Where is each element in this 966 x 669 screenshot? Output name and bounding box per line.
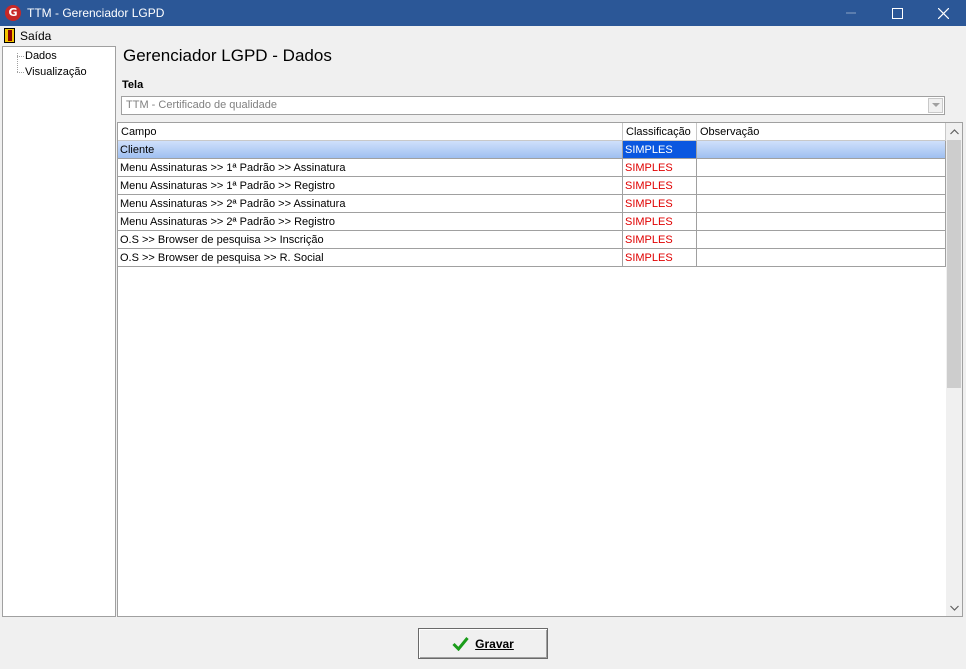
cell-observacao[interactable] — [697, 213, 946, 231]
cell-observacao[interactable] — [697, 159, 946, 177]
cell-observacao[interactable] — [697, 231, 946, 249]
chevron-up-icon — [949, 128, 959, 134]
scrollbar-thumb[interactable] — [947, 140, 961, 388]
checkmark-icon — [452, 637, 469, 651]
close-button[interactable] — [920, 0, 966, 26]
cell-observacao[interactable] — [697, 177, 946, 195]
table-row[interactable]: Menu Assinaturas >> 1ª Padrão >> Registr… — [118, 177, 946, 195]
save-button[interactable]: Gravar — [418, 628, 548, 659]
page-title: Gerenciador LGPD - Dados — [123, 46, 332, 65]
sidebar-tree: Dados Visualização — [2, 46, 116, 617]
table-row[interactable]: O.S >> Browser de pesquisa >> Inscrição … — [118, 231, 946, 249]
grid-rows: Cliente SIMPLES Menu Assinaturas >> 1ª P… — [118, 141, 946, 267]
scroll-down-button[interactable] — [946, 599, 962, 616]
cell-classificacao[interactable]: SIMPLES — [623, 213, 697, 231]
cell-campo[interactable]: O.S >> Browser de pesquisa >> R. Social — [118, 249, 623, 267]
scroll-up-button[interactable] — [946, 123, 962, 140]
window-title: TTM - Gerenciador LGPD — [27, 6, 165, 20]
table-row[interactable]: Menu Assinaturas >> 2ª Padrão >> Assinat… — [118, 195, 946, 213]
cell-campo[interactable]: Menu Assinaturas >> 2ª Padrão >> Registr… — [118, 213, 623, 231]
cell-observacao[interactable] — [697, 249, 946, 267]
table-row[interactable]: Menu Assinaturas >> 1ª Padrão >> Assinat… — [118, 159, 946, 177]
cell-classificacao[interactable]: SIMPLES — [623, 177, 697, 195]
cell-campo[interactable]: Menu Assinaturas >> 1ª Padrão >> Registr… — [118, 177, 623, 195]
tree-connector — [17, 56, 24, 57]
tree-connector — [17, 72, 24, 73]
cell-classificacao[interactable]: SIMPLES — [623, 195, 697, 213]
sidebar-item-visualizacao[interactable]: Visualização — [25, 66, 87, 78]
cell-observacao[interactable] — [697, 195, 946, 213]
cell-classificacao[interactable]: SIMPLES — [623, 141, 697, 159]
title-bar: G TTM - Gerenciador LGPD — [0, 0, 966, 26]
maximize-button[interactable] — [874, 0, 920, 26]
tela-select[interactable]: TTM - Certificado de qualidade — [121, 96, 945, 115]
vertical-scrollbar[interactable] — [946, 123, 962, 616]
column-header-campo[interactable]: Campo — [118, 123, 623, 141]
maximize-icon — [891, 7, 903, 19]
cell-classificacao[interactable]: SIMPLES — [623, 249, 697, 267]
grid-header: Campo Classificação Observação — [118, 123, 946, 141]
tela-label: Tela — [122, 79, 144, 91]
cell-campo[interactable]: Menu Assinaturas >> 2ª Padrão >> Assinat… — [118, 195, 623, 213]
table-row[interactable]: Menu Assinaturas >> 2ª Padrão >> Registr… — [118, 213, 946, 231]
save-button-label: Gravar — [475, 636, 514, 651]
column-header-observacao[interactable]: Observação — [697, 123, 946, 141]
cell-campo[interactable]: Cliente — [118, 141, 623, 159]
cell-campo[interactable]: O.S >> Browser de pesquisa >> Inscrição — [118, 231, 623, 249]
cell-classificacao[interactable]: SIMPLES — [623, 231, 697, 249]
chevron-down-icon — [931, 103, 940, 107]
menu-exit-label: Saída — [20, 28, 52, 43]
menu-bar: Saída — [0, 26, 966, 45]
data-grid: Campo Classificação Observação Cliente S… — [117, 122, 963, 617]
chevron-down-icon — [949, 605, 959, 611]
cell-observacao[interactable] — [697, 141, 946, 159]
tela-select-value: TTM - Certificado de qualidade — [126, 99, 278, 111]
sidebar-item-dados[interactable]: Dados — [25, 50, 57, 62]
exit-door-icon — [4, 28, 15, 43]
cell-campo[interactable]: Menu Assinaturas >> 1ª Padrão >> Assinat… — [118, 159, 623, 177]
minimize-button[interactable] — [828, 0, 874, 26]
cell-classificacao[interactable]: SIMPLES — [623, 159, 697, 177]
minimize-icon — [846, 12, 856, 14]
table-row[interactable]: O.S >> Browser de pesquisa >> R. Social … — [118, 249, 946, 267]
select-dropdown-button[interactable] — [928, 98, 943, 113]
menu-exit[interactable]: Saída — [0, 26, 51, 45]
close-icon — [937, 7, 949, 19]
column-header-classificacao[interactable]: Classificação — [623, 123, 697, 141]
table-row[interactable]: Cliente SIMPLES — [118, 141, 946, 159]
app-logo-icon: G — [5, 5, 21, 21]
